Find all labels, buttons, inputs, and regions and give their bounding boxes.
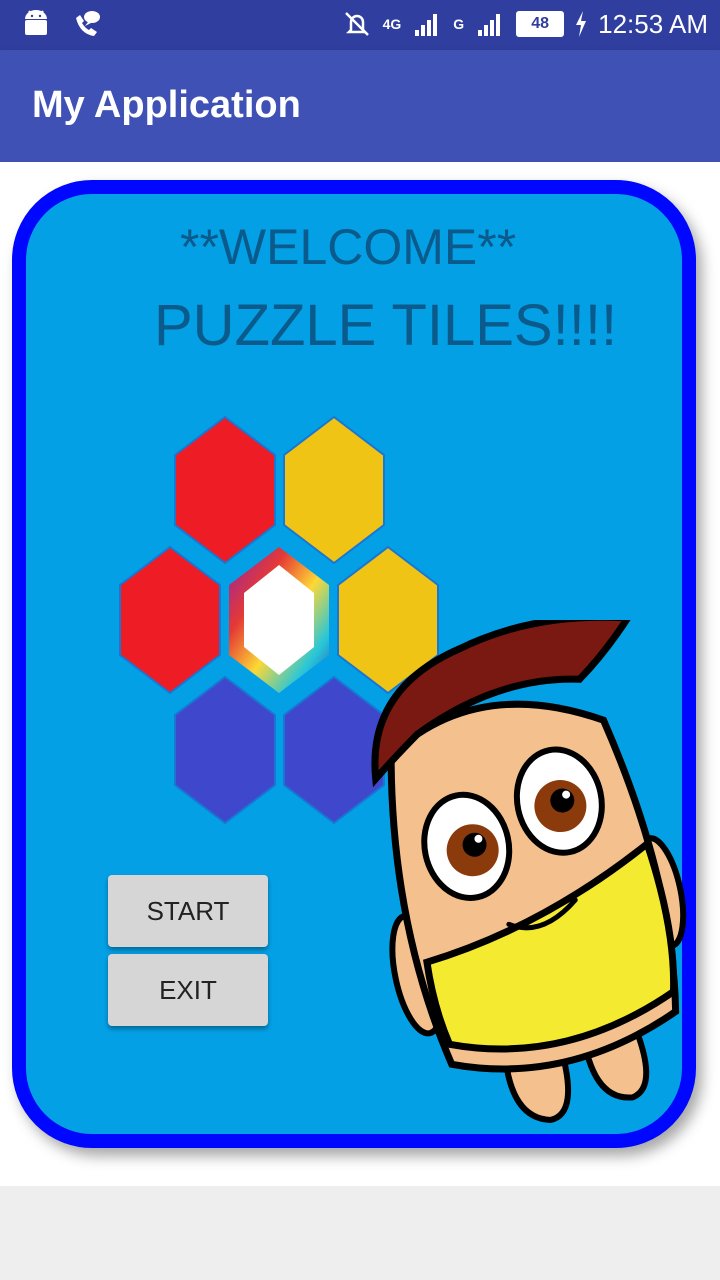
status-bar: 4G G 48 12:53 AM (0, 0, 720, 50)
clock: 12:53 AM (598, 8, 708, 39)
hex-tile-red (119, 545, 221, 695)
network-label-g: G (453, 16, 465, 32)
app-bar: My Application (0, 50, 720, 162)
mute-bell-icon (344, 12, 369, 36)
start-button[interactable]: START (108, 875, 268, 947)
exit-button[interactable]: EXIT (108, 954, 268, 1026)
signal-icon (478, 14, 501, 36)
cartoon-character-illustration (371, 620, 687, 1123)
charging-icon (576, 11, 587, 37)
android-icon (25, 10, 47, 35)
signal-icon (415, 14, 438, 36)
welcome-text: **WELCOME** (180, 219, 517, 275)
game-title: PUZZLE TILES!!!! (154, 293, 618, 358)
phone-chat-icon (76, 11, 100, 36)
hex-tile-center (229, 547, 329, 693)
app-title: My Application (32, 84, 301, 126)
battery-icon: 48 (516, 11, 565, 37)
network-label-4g: 4G (382, 16, 402, 32)
hex-tile-yellow (283, 415, 385, 565)
battery-level: 48 (531, 15, 550, 32)
hex-tile-red (174, 415, 276, 565)
hex-tile-blue (174, 675, 276, 825)
